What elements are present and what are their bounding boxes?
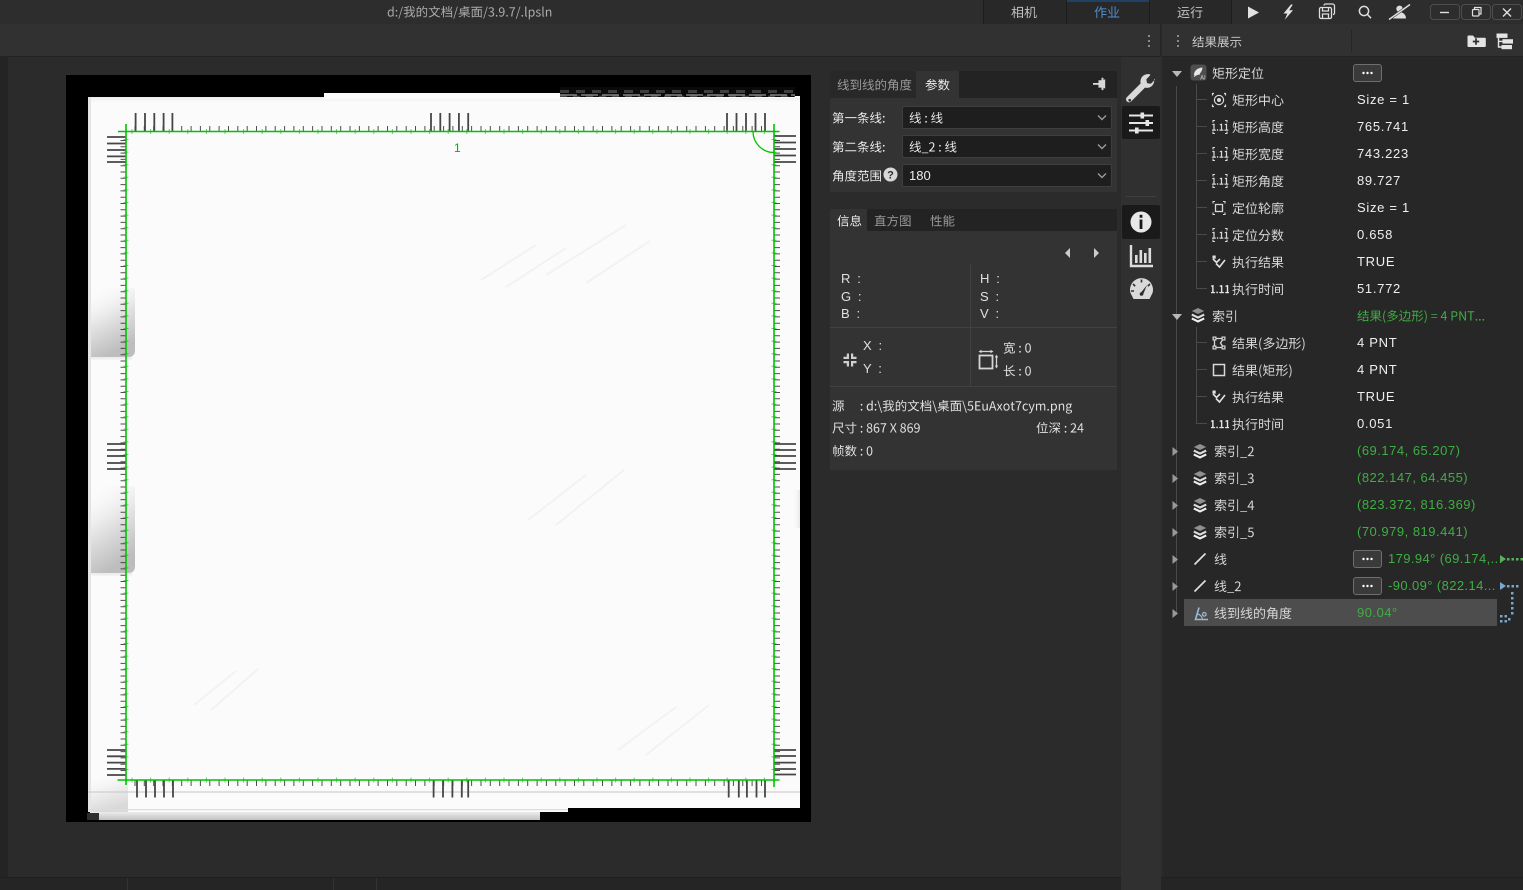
svg-text:1: 1 bbox=[454, 141, 461, 155]
svg-text:?: ? bbox=[887, 170, 894, 182]
